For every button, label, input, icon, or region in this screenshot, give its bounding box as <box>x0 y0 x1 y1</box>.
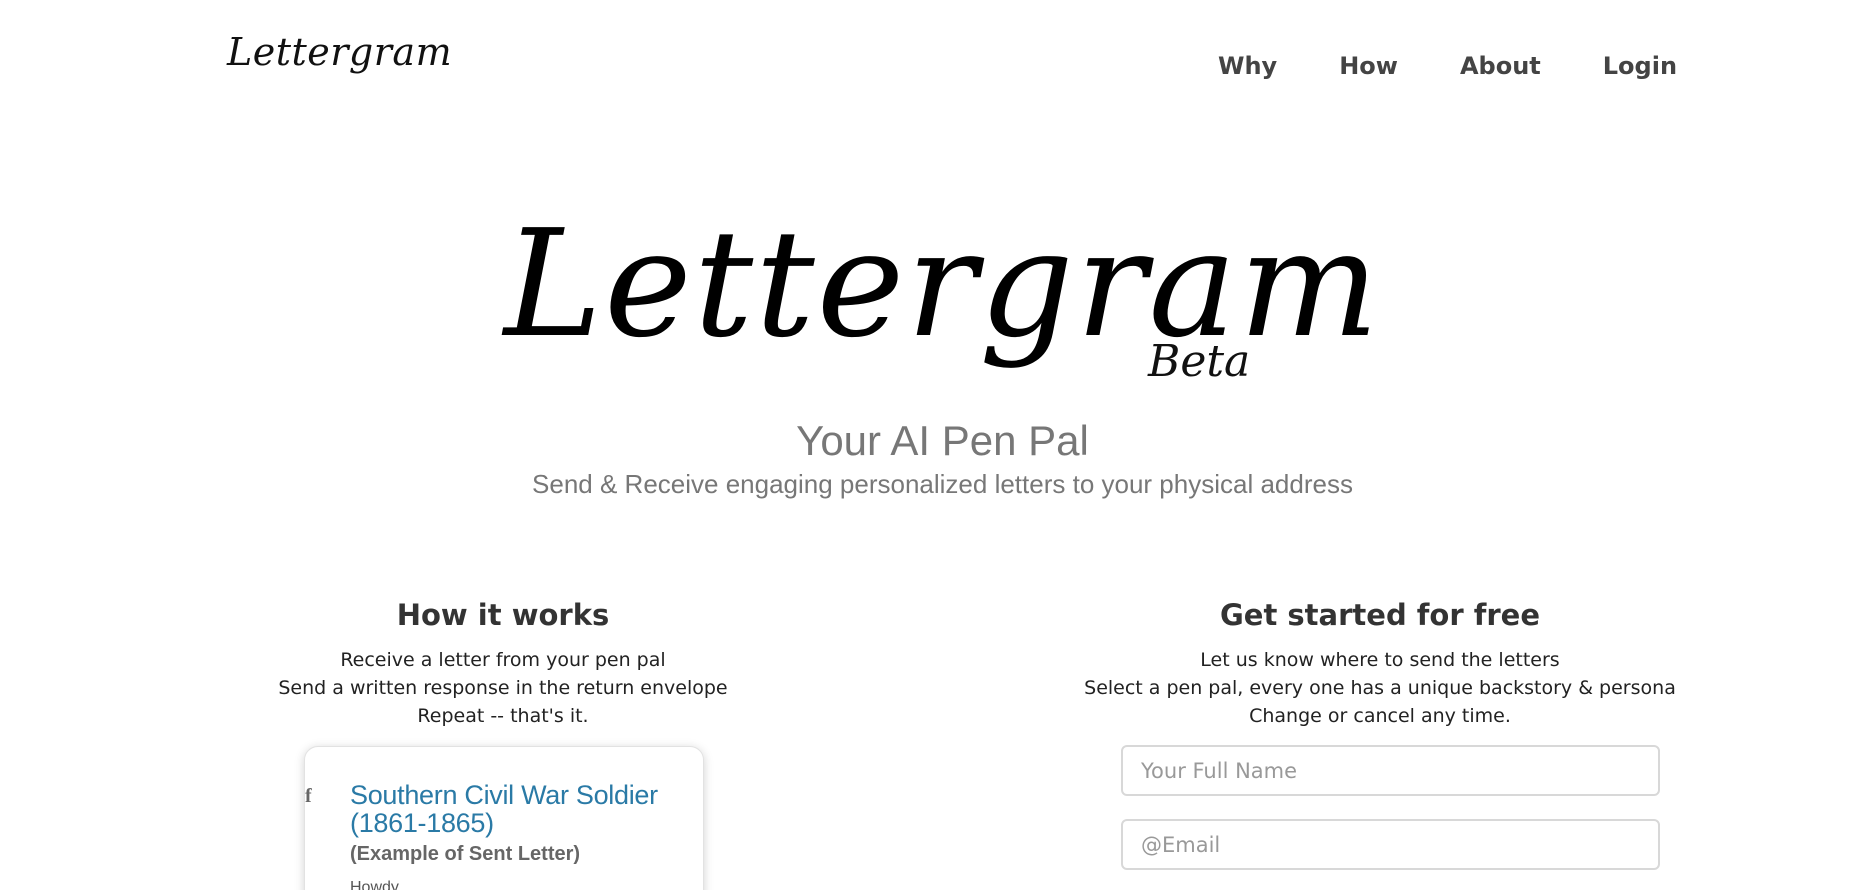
nav-logo[interactable]: Lettergram <box>227 30 452 74</box>
how-step-2: Send a written response in the return en… <box>278 677 728 699</box>
hero-logo: Lettergram <box>503 198 1382 370</box>
card-marker: f <box>305 785 312 807</box>
get-started-line-3: Change or cancel any time. <box>1249 705 1511 727</box>
get-started-line-1: Let us know where to send the letters <box>1200 649 1560 671</box>
get-started-section: Get started for free Let us know where t… <box>1010 598 1750 730</box>
how-step-3: Repeat -- that's it. <box>417 705 589 727</box>
hero-subtagline: Send & Receive engaging personalized let… <box>532 469 1353 499</box>
get-started-heading: Get started for free <box>1219 598 1540 632</box>
nav-link-about[interactable]: About <box>1460 52 1541 80</box>
hero-tagline: Your AI Pen Pal <box>796 417 1089 464</box>
how-it-works-section: How it works Receive a letter from your … <box>232 598 774 730</box>
letter-subtitle: (Example of Sent Letter) <box>350 843 581 865</box>
how-step-1: Receive a letter from your pen pal <box>340 649 666 671</box>
get-started-line-2: Select a pen pal, every one has a unique… <box>1084 677 1676 699</box>
letter-body: Howdy, <box>350 879 403 890</box>
letter-title: Southern Civil War Soldier (1861-1865) <box>350 780 658 838</box>
email-input[interactable] <box>1121 819 1660 870</box>
how-it-works-heading: How it works <box>396 598 610 632</box>
beta-badge: Beta <box>1148 336 1251 387</box>
top-nav: Why How About Login <box>1218 52 1677 80</box>
full-name-input[interactable] <box>1121 745 1660 796</box>
nav-link-login[interactable]: Login <box>1603 52 1677 80</box>
nav-link-how[interactable]: How <box>1339 52 1398 80</box>
nav-link-why[interactable]: Why <box>1218 52 1277 80</box>
example-letter-card[interactable]: f Southern Civil War Soldier (1861-1865)… <box>304 746 704 890</box>
